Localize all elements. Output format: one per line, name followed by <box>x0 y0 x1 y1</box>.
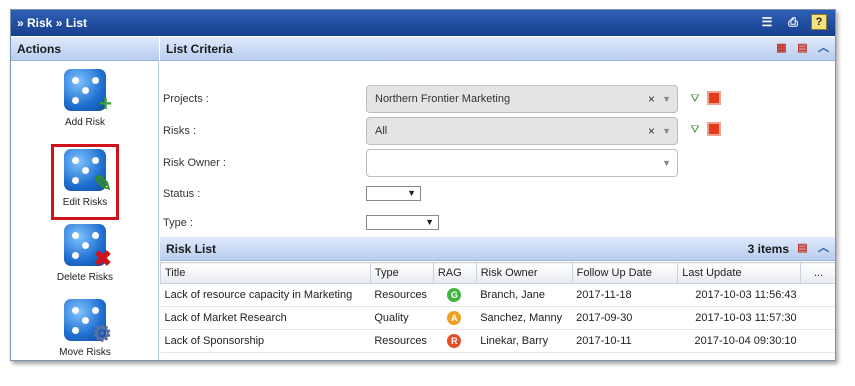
chevron-down-icon[interactable]: ▼ <box>662 150 671 176</box>
projects-select[interactable]: Northern Frontier Marketing × ▼ <box>366 85 678 113</box>
filter-icon[interactable]: ⛛ <box>688 92 702 106</box>
risks-value: All <box>375 125 388 137</box>
edit-risks-action[interactable]: ✎ Edit Risks <box>11 149 159 208</box>
last-update: 2017-10-03 11:56:43 <box>677 283 801 307</box>
follow-up-date: 2017-11-18 <box>572 283 678 307</box>
status-select[interactable]: ▼ <box>366 186 421 201</box>
collapse-icon[interactable]: ︿ <box>816 41 831 56</box>
risk-owner-label: Risk Owner : <box>163 157 226 169</box>
move-risks-icon: ⚙ <box>64 299 112 345</box>
projects-label: Projects : <box>163 93 209 105</box>
stop-icon[interactable] <box>707 91 721 105</box>
risk-list-toolbar: ▤ ︿ <box>795 241 831 256</box>
risks-label: Risks : <box>163 125 196 137</box>
risk-title[interactable]: Lack of resource capacity in Marketing <box>160 283 371 307</box>
actions-panel: Actions + Add Risk ✎ Edit Risks ✖ Delete… <box>11 37 159 360</box>
risk-list-header: Risk List 3 items ▤ ︿ <box>160 237 835 261</box>
follow-up-date: 2017-10-11 <box>572 329 678 353</box>
title-toolbar: ☰ ⎙ ? <box>759 14 827 30</box>
collapse-icon[interactable]: ︿ <box>816 241 831 256</box>
status-label: Status : <box>163 188 201 200</box>
type-label: Type : <box>163 217 193 229</box>
risk-list-title: Risk List <box>166 242 217 256</box>
col-risk-owner[interactable]: Risk Owner <box>475 262 573 284</box>
last-update: 2017-10-04 09:30:10 <box>677 329 801 353</box>
table-row[interactable]: Lack of resource capacity in Marketing R… <box>160 283 835 307</box>
export-icon[interactable]: ▤ <box>795 41 810 56</box>
help-icon[interactable]: ? <box>811 14 827 30</box>
move-risks-label: Move Risks <box>59 347 111 358</box>
last-update: 2017-10-03 11:57:30 <box>677 306 801 330</box>
risk-window: » Risk » List ☰ ⎙ ? Actions + Add Risk ✎… <box>10 9 836 361</box>
col-follow-up-date[interactable]: Follow Up Date <box>571 262 679 284</box>
print-icon[interactable]: ⎙ <box>785 14 801 30</box>
risk-type: Quality <box>370 306 434 330</box>
delete-risks-action[interactable]: ✖ Delete Risks <box>11 224 159 283</box>
type-select[interactable]: ▼ <box>366 215 439 230</box>
clear-risks-icon[interactable]: × <box>648 118 655 144</box>
delete-risks-icon: ✖ <box>64 224 112 270</box>
add-risk-action[interactable]: + Add Risk <box>11 69 159 128</box>
add-risk-icon: + <box>64 69 112 115</box>
options-icon[interactable]: ☰ <box>759 14 775 30</box>
filter-icon[interactable]: ⛛ <box>688 123 702 137</box>
risk-type: Resources <box>370 329 434 353</box>
col-rag[interactable]: RAG <box>432 262 477 284</box>
chevron-down-icon[interactable]: ▼ <box>662 86 671 112</box>
risk-type: Resources <box>370 283 434 307</box>
risk-owner-select[interactable]: ▼ <box>366 149 678 177</box>
export-icon[interactable]: ▤ <box>795 241 810 256</box>
delete-risks-label: Delete Risks <box>56 272 114 283</box>
window-title: » Risk » List <box>17 16 88 30</box>
table-row[interactable]: Lack of Sponsorship Resources R Linekar,… <box>160 329 835 353</box>
col-type[interactable]: Type <box>369 262 434 284</box>
col-last-update[interactable]: Last Update <box>677 262 802 284</box>
rag-indicator: G <box>447 288 462 302</box>
edit-risks-icon: ✎ <box>64 149 112 195</box>
move-risks-action[interactable]: ⚙ Move Risks <box>11 299 159 358</box>
table-row[interactable]: Lack of Market Research Quality A Sanche… <box>160 306 835 330</box>
grid-icon[interactable]: ▦ <box>774 41 789 56</box>
add-risk-label: Add Risk <box>64 117 105 128</box>
clear-projects-icon[interactable]: × <box>648 86 655 112</box>
risk-owner: Linekar, Barry <box>476 329 573 353</box>
rag-indicator: A <box>447 311 462 325</box>
risk-table: Title Type RAG Risk Owner Follow Up Date… <box>160 262 835 353</box>
follow-up-date: 2017-09-30 <box>572 306 678 330</box>
actions-header: Actions <box>11 37 159 61</box>
col-title[interactable]: Title <box>160 262 371 284</box>
edit-risks-label: Edit Risks <box>62 197 108 208</box>
list-criteria-title: List Criteria <box>166 42 233 56</box>
list-criteria-header: List Criteria ▦ ▤ ︿ <box>160 37 835 61</box>
col-more[interactable]: ... <box>800 262 835 284</box>
risk-title[interactable]: Lack of Sponsorship <box>160 329 371 353</box>
item-count: 3 items <box>747 242 789 256</box>
chevron-down-icon[interactable]: ▼ <box>662 118 671 144</box>
stop-icon[interactable] <box>707 122 721 136</box>
rag-indicator: R <box>447 334 462 348</box>
window-titlebar: » Risk » List ☰ ⎙ ? <box>11 10 835 36</box>
risk-owner: Branch, Jane <box>476 283 573 307</box>
main-panel: List Criteria ▦ ▤ ︿ Projects : Northern … <box>160 37 835 360</box>
projects-value: Northern Frontier Marketing <box>375 93 511 105</box>
criteria-toolbar: ▦ ▤ ︿ <box>774 41 831 56</box>
risks-select[interactable]: All × ▼ <box>366 117 678 145</box>
risk-owner: Sanchez, Manny <box>476 306 573 330</box>
risk-title[interactable]: Lack of Market Research <box>160 306 371 330</box>
